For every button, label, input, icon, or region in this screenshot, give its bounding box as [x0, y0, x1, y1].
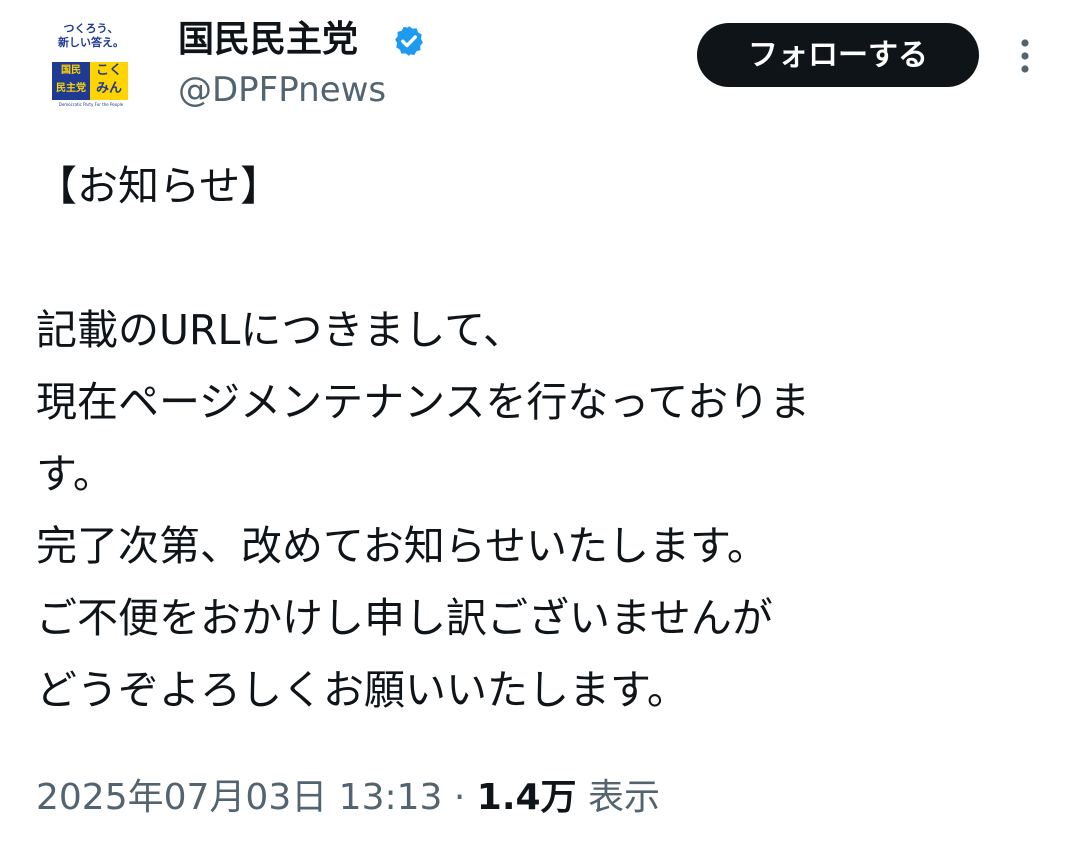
- tweet-line: どうぞよろしくお願いいたします。: [36, 666, 688, 714]
- avatar-logo-mark: 国民 民主党 こく みん: [52, 62, 128, 100]
- tweet-meta: 2025年07月03日 13:13 · 1.4万 表示: [36, 772, 660, 824]
- avatar-logo-blue: 国民 民主党: [52, 62, 90, 100]
- avatar-logo-slogan: つくろう、 新しい答え。: [58, 22, 124, 49]
- timestamp-link[interactable]: 2025年07月03日 13:13: [36, 777, 442, 818]
- display-name[interactable]: 国民民主党: [178, 18, 358, 62]
- tweet-line: 現在ページメンテナンスを行なっておりま: [36, 378, 811, 426]
- more-vertical-icon[interactable]: [1008, 34, 1042, 78]
- avatar[interactable]: つくろう、 新しい答え。 国民 民主党 こく みん Democratic Par…: [44, 20, 136, 112]
- tweet-line: 【お知らせ】: [36, 162, 282, 210]
- verified-badge-icon[interactable]: [392, 24, 426, 58]
- account-handle[interactable]: @DPFPnews: [178, 68, 386, 112]
- tweet-header: つくろう、 新しい答え。 国民 民主党 こく みん Democratic Par…: [0, 0, 1080, 130]
- views-label[interactable]: 表示: [577, 777, 660, 818]
- follow-button[interactable]: フォローする: [697, 23, 979, 87]
- tweet-line: 記載のURLにつきまして、: [36, 306, 525, 354]
- meta-separator: ·: [442, 777, 477, 818]
- tweet-text: 【お知らせ】 記載のURLにつきまして、 現在ページメンテナンスを行なっておりま…: [36, 150, 1046, 726]
- tweet-line: ご不便をおかけし申し訳ございませんが: [36, 594, 773, 642]
- tweet-line: す。: [36, 450, 114, 498]
- avatar-logo-yellow: こく みん: [90, 62, 128, 100]
- views-count[interactable]: 1.4万: [477, 777, 577, 818]
- tweet-line: 完了次第、改めてお知らせいたします。: [36, 522, 768, 570]
- avatar-logo-tagline: Democratic Party For the People: [58, 102, 124, 107]
